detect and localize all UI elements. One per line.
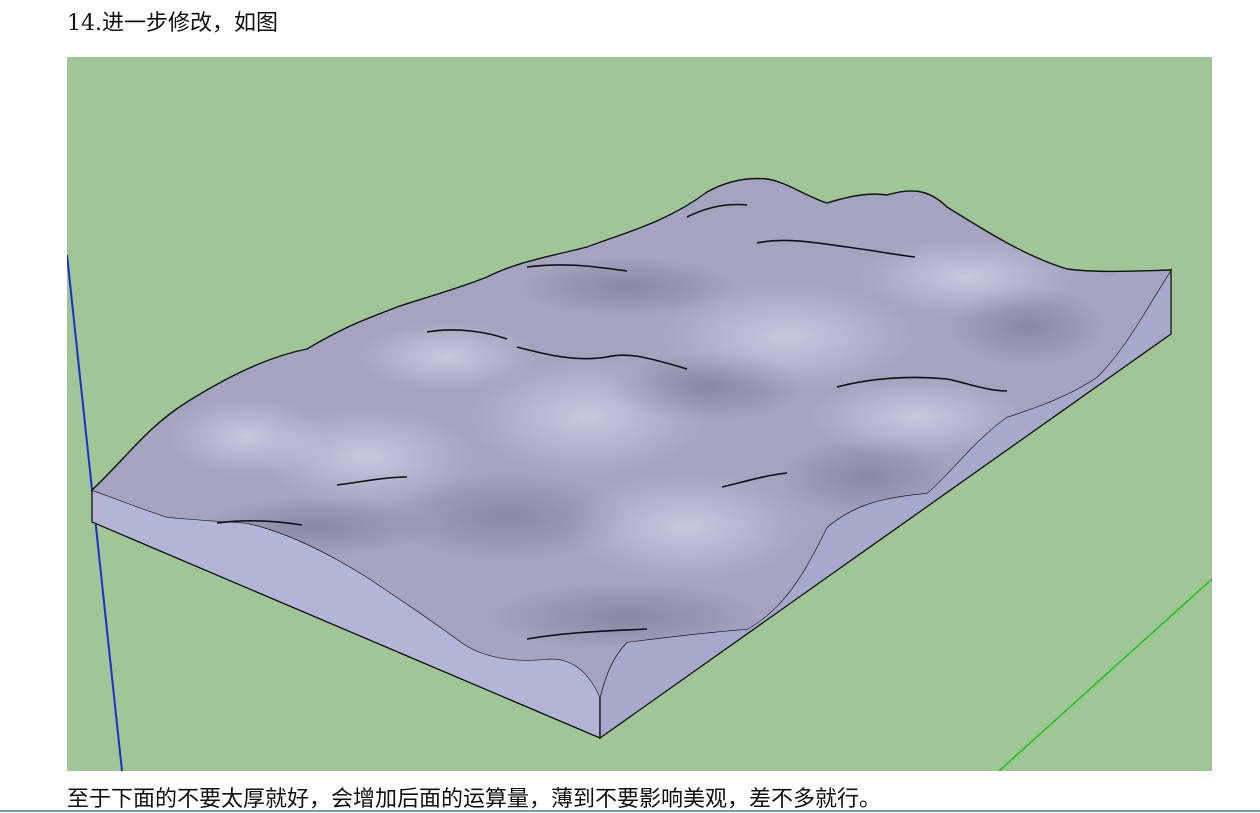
terrain-illustration	[67, 177, 1212, 771]
step-heading: 14.进一步修改，如图	[67, 11, 278, 36]
page-divider	[0, 810, 1260, 812]
document-page: 14.进一步修改，如图 至于下面的不要太厚就好，会增加后面的运算量，薄到不要影响…	[0, 0, 1260, 813]
figure-caption: 至于下面的不要太厚就好，会增加后面的运算量，薄到不要影响美观，差不多就行。	[67, 787, 882, 812]
terrain-model-figure	[67, 57, 1212, 771]
green-axis-line	[998, 578, 1212, 771]
